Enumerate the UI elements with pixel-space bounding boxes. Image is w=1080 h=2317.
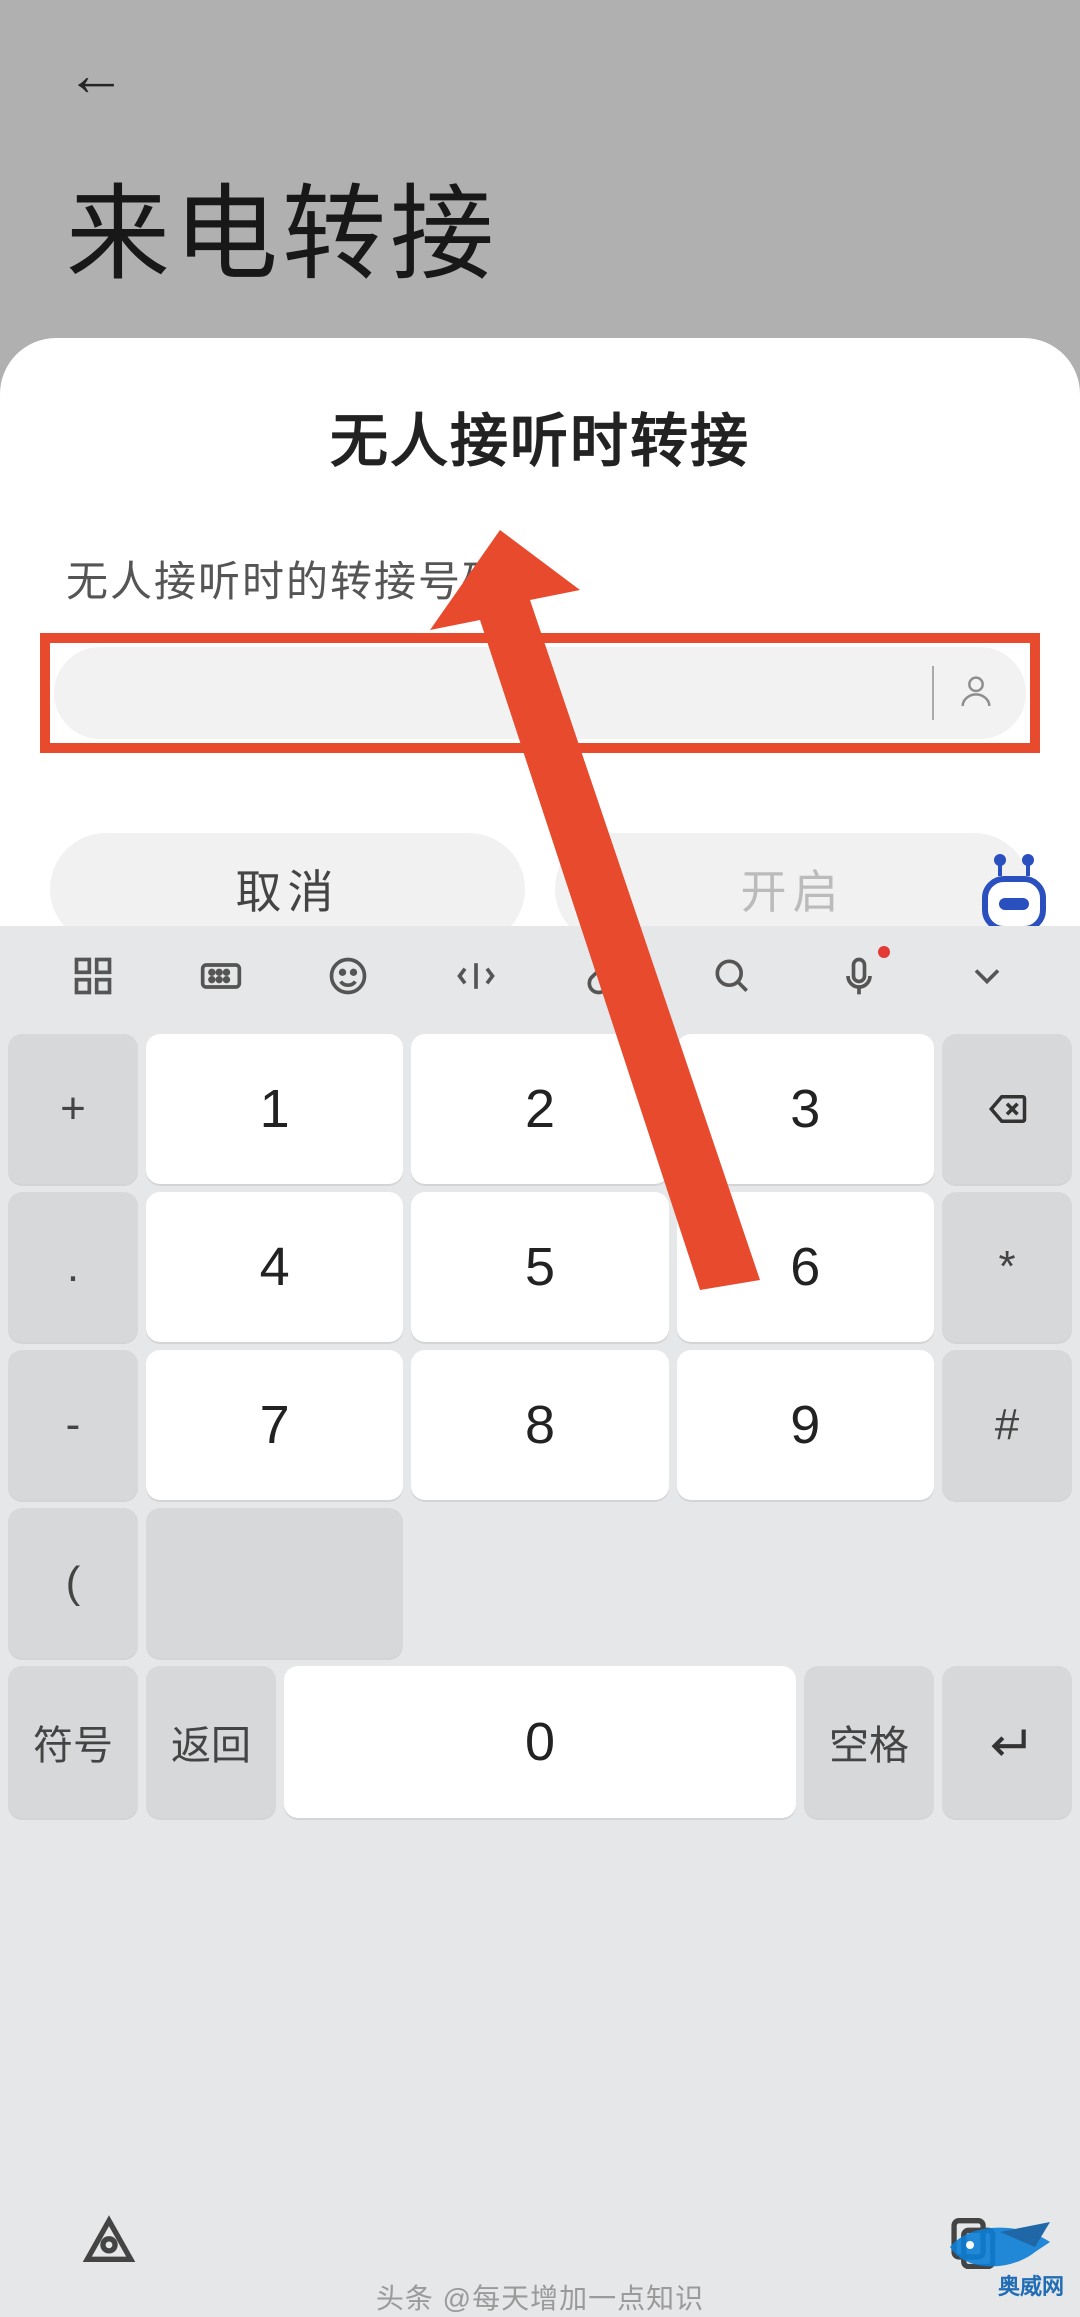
key-6[interactable]: 6 [677, 1192, 934, 1342]
key-symbols[interactable]: 符号 [8, 1666, 138, 1818]
key-return[interactable]: 返回 [146, 1666, 276, 1818]
modal-subtitle: 无人接听时的转接号码 [66, 548, 1014, 609]
key-8[interactable]: 8 [411, 1350, 668, 1500]
key-paren[interactable]: ( [8, 1508, 138, 1658]
key-star[interactable]: * [942, 1192, 1072, 1342]
key-backspace[interactable] [942, 1034, 1072, 1184]
footer-credit: 头条 @每天增加一点知识 [0, 2277, 1080, 2317]
cursor-mode-icon[interactable] [421, 940, 531, 1012]
page-title: 来电转接 [66, 149, 1014, 300]
keyboard-switch-icon[interactable] [166, 940, 276, 1012]
key-3[interactable]: 3 [677, 1034, 934, 1184]
apps-grid-icon[interactable] [38, 940, 148, 1012]
contacts-icon[interactable] [956, 671, 996, 716]
keyboard-toolbar [0, 926, 1080, 1026]
key-7[interactable]: 7 [146, 1350, 403, 1500]
key-4[interactable]: 4 [146, 1192, 403, 1342]
key-0[interactable]: 0 [284, 1666, 796, 1818]
key-enter[interactable] [942, 1666, 1072, 1818]
phone-input-highlight [40, 633, 1040, 753]
back-arrow-icon[interactable]: ← [66, 41, 126, 108]
link-icon[interactable] [549, 940, 659, 1012]
key-symbol-placeholder-hidden [146, 1508, 403, 1658]
search-icon[interactable] [677, 940, 787, 1012]
software-keyboard: + 1 2 3 . 4 5 6 * - 7 8 9 # ( 符号 返回 0 空格 [0, 926, 1080, 2317]
emoji-icon[interactable] [293, 940, 403, 1012]
key-space[interactable]: 空格 [804, 1666, 934, 1818]
key-5[interactable]: 5 [411, 1192, 668, 1342]
key-hash[interactable]: # [942, 1350, 1072, 1500]
key-9[interactable]: 9 [677, 1350, 934, 1500]
key-dot[interactable]: . [8, 1192, 138, 1342]
chevron-down-icon[interactable] [932, 940, 1042, 1012]
modal-title: 无人接听时转接 [0, 394, 1080, 478]
nav-triangle-icon[interactable] [80, 2211, 138, 2274]
key-2[interactable]: 2 [411, 1034, 668, 1184]
key-1[interactable]: 1 [146, 1034, 403, 1184]
phone-input[interactable] [84, 647, 932, 739]
phone-input-container[interactable] [54, 647, 1026, 739]
text-caret [932, 666, 934, 720]
key-minus[interactable]: - [8, 1350, 138, 1500]
mic-record-icon[interactable] [804, 940, 914, 1012]
key-plus[interactable]: + [8, 1034, 138, 1184]
